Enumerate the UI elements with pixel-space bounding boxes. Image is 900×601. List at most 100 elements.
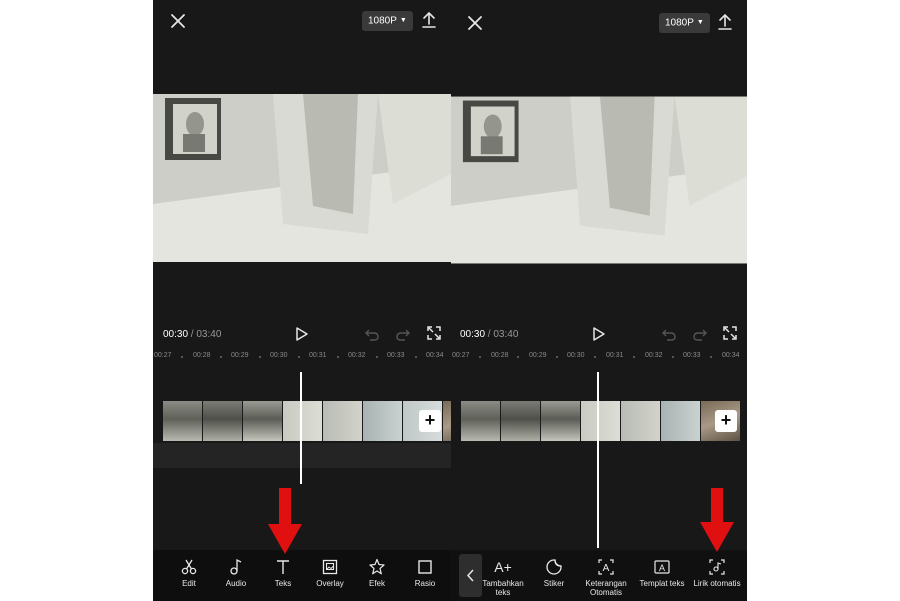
toolbar-label: Edit	[182, 579, 196, 588]
bottom-toolbar: A+ Tambahkan teks Stiker A Keterangan Ot…	[451, 550, 747, 601]
toolbar-item-overlay[interactable]: Overlay	[313, 558, 347, 588]
playback-controls: 00:30 / 03:40	[153, 324, 451, 346]
play-icon[interactable]	[295, 326, 309, 342]
ruler-tick: 00:33	[683, 352, 701, 359]
toolbar-label-line1: Tambahkan	[482, 579, 524, 588]
playhead[interactable]	[597, 372, 599, 548]
export-upload-icon[interactable]	[717, 13, 733, 31]
top-bar: 1080P ▼	[451, 0, 747, 44]
ruler-dot	[181, 356, 183, 358]
toolbar-item-audio[interactable]: Audio	[221, 558, 251, 588]
playback-controls: 00:30 / 03:40	[451, 324, 747, 346]
toolbar-label: Overlay	[316, 579, 344, 588]
ruler-dot	[479, 356, 481, 358]
clip-thumbnail	[443, 401, 451, 441]
toolbar-label: Teks	[274, 579, 292, 588]
toolbar-item-tambahkan-teks[interactable]: A+ Tambahkan teks	[481, 558, 525, 597]
play-icon[interactable]	[592, 326, 606, 342]
toolbar-label: Efek	[368, 579, 385, 588]
add-text-icon: A+	[494, 559, 512, 575]
fullscreen-icon[interactable]	[723, 326, 737, 340]
toolbar-label: Audio	[225, 579, 247, 588]
clip-thumbnail	[461, 401, 501, 441]
resolution-dropdown[interactable]: 1080P ▼	[362, 11, 413, 31]
ruler-tick: 00:34	[722, 352, 740, 359]
red-arrow-indicator	[268, 488, 302, 554]
clip-thumbnail	[621, 401, 661, 441]
back-button[interactable]	[459, 554, 482, 597]
toolbar-label: Rasio	[414, 579, 436, 588]
toolbar-item-templat-teks[interactable]: A Templat teks	[637, 558, 687, 588]
resolution-dropdown[interactable]: 1080P ▼	[659, 13, 710, 33]
text-icon	[277, 560, 289, 574]
caption-glyph: A	[603, 563, 610, 574]
effects-star-icon	[369, 558, 385, 575]
toolbar-label: Stiker	[543, 579, 565, 588]
add-clip-button[interactable]: +	[419, 410, 441, 432]
export-upload-icon[interactable]	[421, 11, 437, 29]
chevron-left-icon	[466, 569, 474, 582]
ruler-tick: 00:29	[231, 352, 249, 359]
music-note-icon	[230, 558, 242, 575]
ruler-tick: 00:29	[529, 352, 547, 359]
sticker-icon	[546, 559, 562, 575]
toolbar-item-edit[interactable]: Edit	[175, 558, 203, 588]
undo-icon[interactable]	[661, 326, 677, 342]
clip-thumbnail	[581, 401, 621, 441]
total-time: 03:40	[493, 329, 519, 340]
video-clip-track[interactable]	[163, 401, 451, 441]
video-frame-image	[451, 96, 747, 264]
ruler-dot	[298, 356, 300, 358]
ruler-dot	[710, 356, 712, 358]
video-clip-track[interactable]	[461, 401, 740, 441]
text-template-icon: A	[654, 560, 670, 574]
toolbar-item-rasio[interactable]: Rasio	[411, 558, 439, 588]
playhead[interactable]	[300, 372, 302, 484]
clip-thumbnail	[283, 401, 323, 441]
clip-thumbnail	[541, 401, 581, 441]
redo-icon[interactable]	[395, 326, 411, 342]
ruler-tick: 00:30	[567, 352, 585, 359]
empty-track	[153, 443, 451, 468]
ruler-dot	[220, 356, 222, 358]
caret-down-icon: ▼	[399, 17, 407, 24]
fullscreen-icon[interactable]	[427, 326, 441, 340]
resolution-label: 1080P	[368, 15, 397, 27]
toolbar-item-keterangan-otomatis[interactable]: A Keterangan Otomatis	[581, 558, 631, 597]
video-frame-image	[153, 94, 451, 262]
ruler-dot	[594, 356, 596, 358]
ratio-square-icon	[418, 560, 432, 574]
clip-thumbnail	[501, 401, 541, 441]
toolbar-item-teks[interactable]: Teks	[269, 558, 297, 588]
ruler-tick: 00:28	[491, 352, 509, 359]
ruler-dot	[556, 356, 558, 358]
toolbar-label-line1: Keterangan	[585, 579, 627, 588]
caret-down-icon: ▼	[696, 19, 704, 26]
close-icon[interactable]	[464, 12, 486, 34]
ruler-tick: 00:27	[154, 352, 172, 359]
redo-icon[interactable]	[692, 326, 708, 342]
ruler-tick: 00:33	[387, 352, 405, 359]
ruler-tick: 00:31	[309, 352, 327, 359]
add-clip-button[interactable]: +	[715, 410, 737, 432]
toolbar-item-lirik-otomatis[interactable]: Lirik otomatis	[691, 558, 743, 588]
toolbar-item-stiker[interactable]: Stiker	[539, 558, 569, 588]
ruler-tick: 00:32	[348, 352, 366, 359]
clip-thumbnail	[323, 401, 363, 441]
top-bar: 1080P ▼	[153, 0, 451, 44]
toolbar-label-line2: teks	[495, 588, 511, 597]
ruler-tick: 00:31	[606, 352, 624, 359]
clip-thumbnail	[363, 401, 403, 441]
current-time: 00:30	[163, 329, 189, 340]
ruler-dot	[415, 356, 417, 358]
left-editor-screen: 1080P ▼ 00:30 / 03:40 00:27 00:28 00:29 …	[153, 0, 451, 601]
red-arrow-indicator	[700, 488, 734, 552]
timeline-ruler: 00:27 00:28 00:29 00:30 00:31 00:32 00:3…	[451, 350, 747, 364]
undo-icon[interactable]	[364, 326, 380, 342]
ruler-dot	[517, 356, 519, 358]
ruler-tick: 00:27	[452, 352, 470, 359]
close-icon[interactable]	[167, 10, 189, 32]
toolbar-item-efek[interactable]: Efek	[363, 558, 391, 588]
timeline-ruler: 00:27 00:28 00:29 00:30 00:31 00:32 00:3…	[153, 350, 451, 364]
ruler-dot	[376, 356, 378, 358]
